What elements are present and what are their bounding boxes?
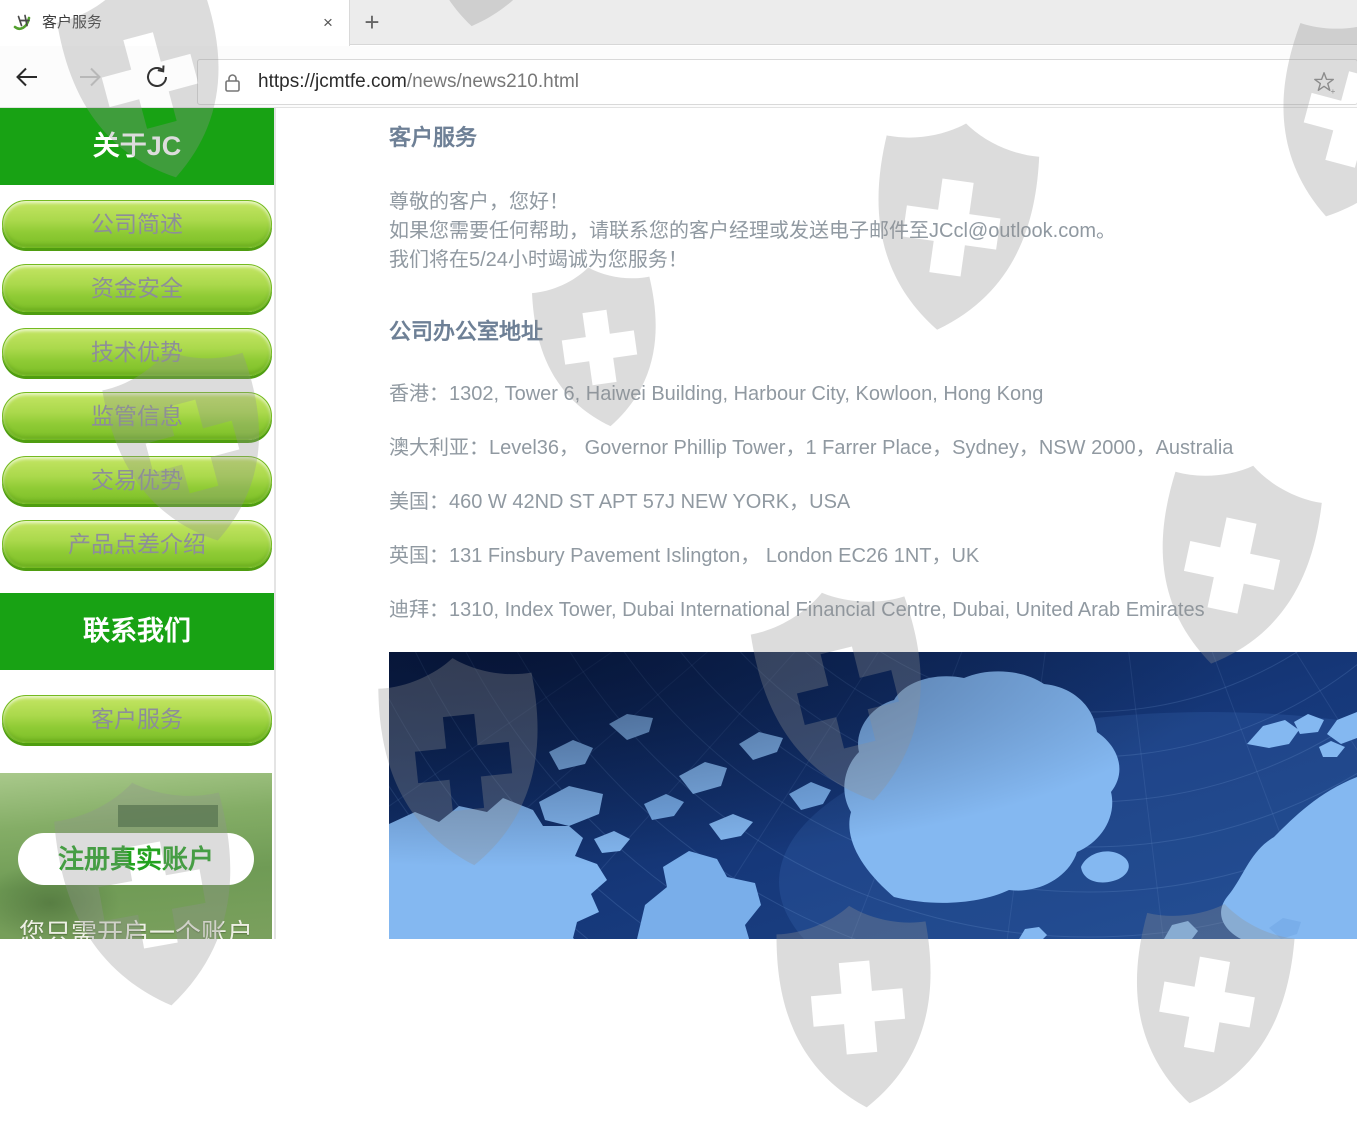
register-promo-banner: 注册真实账户 您只需开启一个账户 — [0, 773, 272, 939]
office-line-hongkong: 香港：1302, Tower 6, Haiwei Building, Harbo… — [389, 381, 1043, 407]
page-content: 关于JC 公司简述 资金安全 技术优势 监管信息 交易优势 产品点差介绍 联系我… — [0, 108, 1357, 939]
new-tab-button[interactable]: + — [356, 7, 388, 39]
sidebar-item-fund-safety[interactable]: 资金安全 — [2, 264, 272, 312]
site-favicon-icon — [12, 12, 33, 33]
url-domain: https://jcmtfe.com — [258, 71, 407, 92]
sidebar-item-tech-advantage[interactable]: 技术优势 — [2, 328, 272, 376]
office-address-title: 公司办公室地址 — [389, 314, 543, 346]
sidebar-divider — [274, 108, 276, 939]
office-line-dubai: 迪拜：1310, Index Tower, Dubai Internationa… — [389, 597, 1205, 623]
office-line-usa: 美国：460 W 42ND ST APT 57J NEW YORK，USA — [389, 489, 850, 515]
page-title: 客户服务 — [389, 120, 477, 152]
world-map-image — [389, 652, 1357, 939]
refresh-icon[interactable] — [143, 63, 171, 91]
sidebar-section-about: 关于JC — [0, 108, 274, 185]
browser-tab-bar: 客户服务 × + — [0, 0, 1357, 45]
sidebar-item-trade-advantage[interactable]: 交易优势 — [2, 456, 272, 504]
sidebar-item-customer-service[interactable]: 客户服务 — [2, 695, 272, 743]
star-plus-glyph: + — [1331, 86, 1336, 95]
office-line-uk: 英国：131 Finsbury Pavement Islington， Lond… — [389, 543, 979, 569]
office-line-australia: 澳大利亚：Level36， Governor Phillip Tower，1 F… — [389, 435, 1233, 461]
browser-tab[interactable]: 客户服务 × — [0, 0, 350, 46]
url-path: /news/news210.html — [407, 71, 579, 92]
sidebar-section-contact: 联系我们 — [0, 593, 274, 670]
browser-navbar: https://jcmtfe.com/news/news210.html + — [0, 46, 1357, 108]
back-icon[interactable] — [13, 63, 41, 91]
greeting-paragraph: 尊敬的客户，您好！ 如果您需要任何帮助，请联系您的客户经理或发送电子邮件至JCc… — [389, 188, 1116, 275]
sidebar-item-regulation-info[interactable]: 监管信息 — [2, 392, 272, 440]
favorite-star-icon[interactable]: + — [1312, 70, 1337, 95]
forward-icon[interactable] — [76, 63, 104, 91]
greeting-line: 如果您需要任何帮助，请联系您的客户经理或发送电子邮件至JCcl@outlook.… — [389, 217, 1116, 246]
greeting-line: 我们将在5/24小时竭诚为您服务！ — [389, 246, 1116, 275]
lock-icon — [224, 72, 241, 93]
register-real-account-button[interactable]: 注册真实账户 — [18, 833, 254, 885]
sidebar-item-spread-intro[interactable]: 产品点差介绍 — [2, 520, 272, 568]
url-text: https://jcmtfe.com/news/news210.html — [258, 60, 579, 104]
promo-photo-building — [118, 805, 218, 827]
greeting-line: 尊敬的客户，您好！ — [389, 188, 1116, 217]
promo-caption: 您只需开启一个账户 — [0, 913, 272, 939]
tab-title: 客户服务 — [42, 0, 102, 45]
close-tab-icon[interactable]: × — [312, 0, 344, 45]
sidebar-item-company-overview[interactable]: 公司简述 — [2, 200, 272, 248]
url-address-bar[interactable]: https://jcmtfe.com/news/news210.html + — [197, 59, 1357, 105]
